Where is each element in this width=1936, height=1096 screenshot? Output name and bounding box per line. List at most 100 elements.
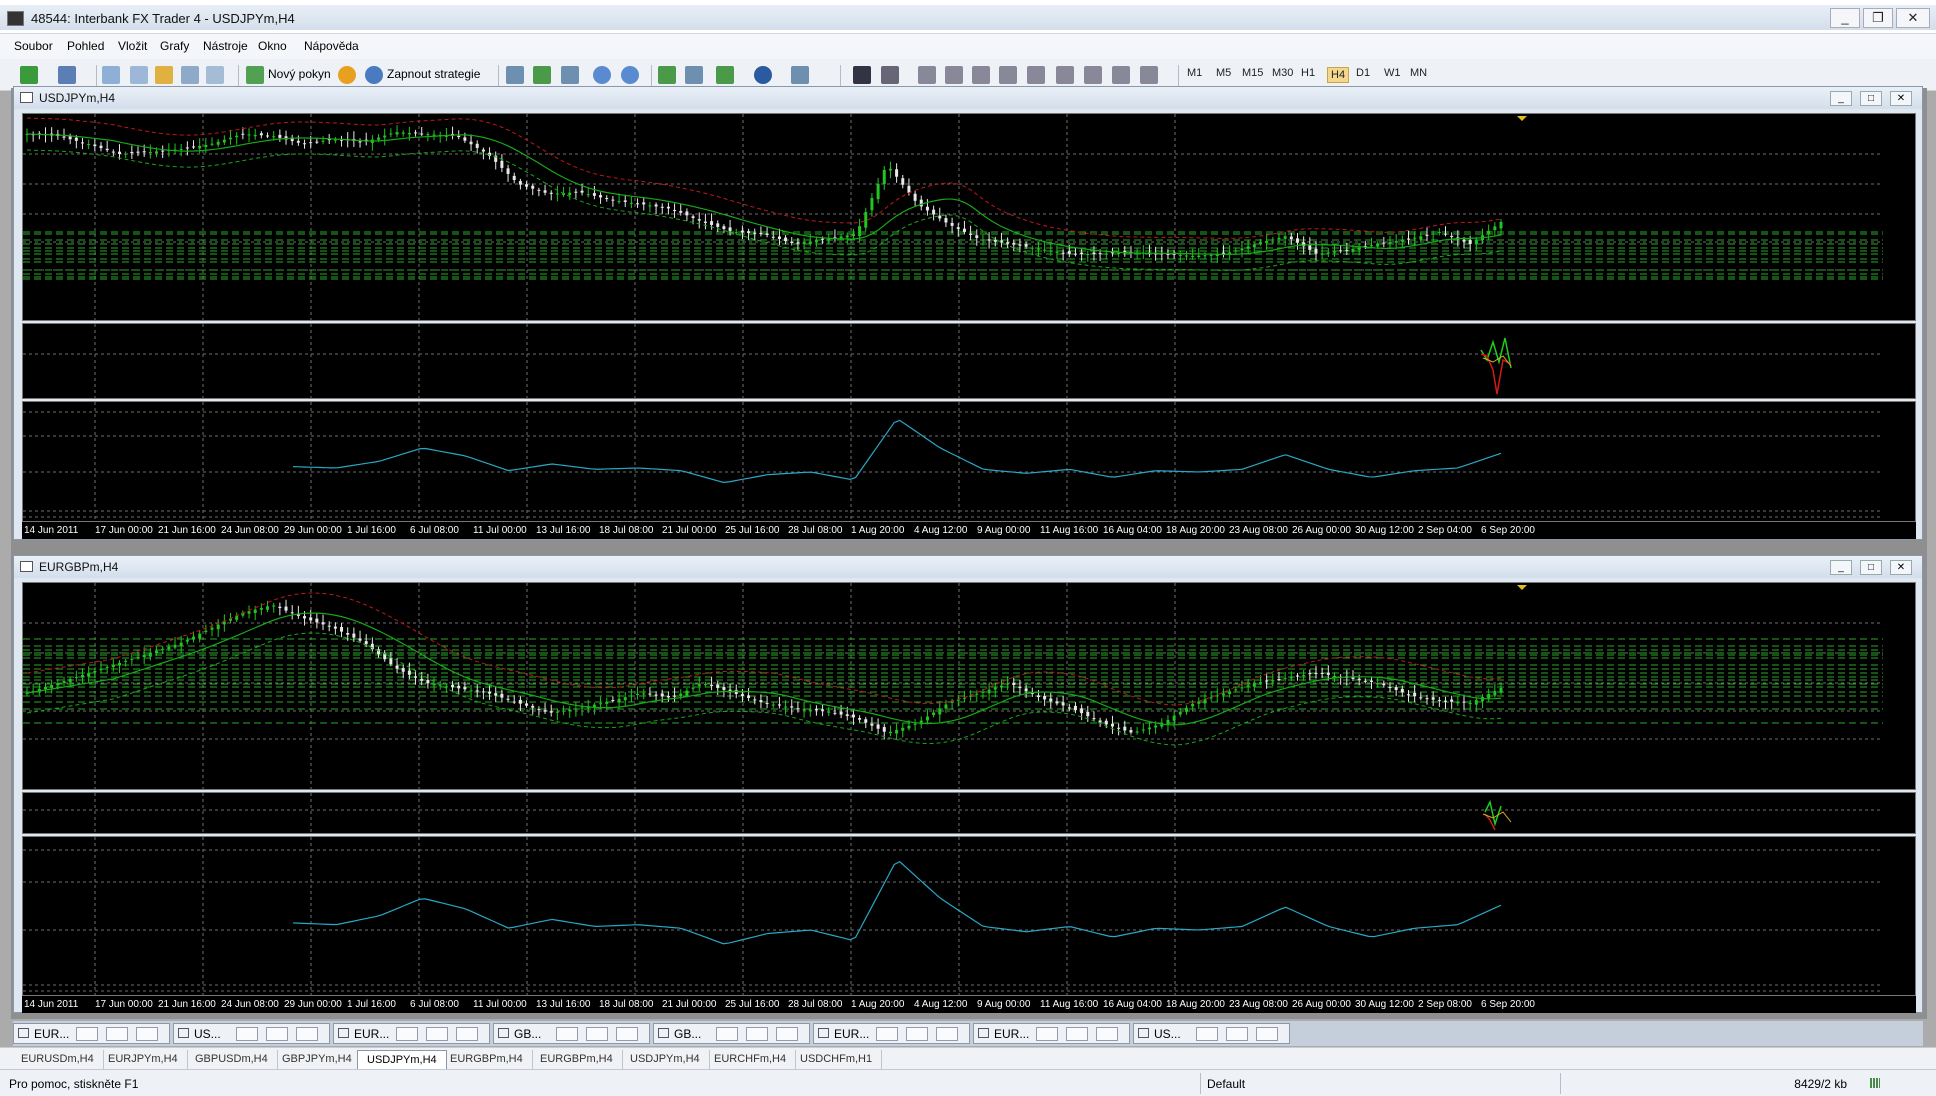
maximize-window-button[interactable] (426, 1027, 448, 1041)
price-pane[interactable] (22, 582, 1916, 791)
trendline-icon[interactable] (972, 66, 990, 84)
market-watch-icon[interactable] (102, 66, 120, 84)
close-button[interactable]: ✕ (1896, 8, 1930, 28)
periods-icon[interactable] (754, 66, 772, 84)
chart-close-button[interactable]: ✕ (1890, 560, 1912, 575)
price-pane[interactable] (22, 113, 1916, 322)
maximize-window-button[interactable] (906, 1027, 928, 1041)
close-window-button[interactable] (776, 1027, 798, 1041)
bar-chart-icon[interactable] (506, 66, 524, 84)
minimized-chart-window[interactable]: EUR... (813, 1023, 970, 1044)
minimized-chart-window[interactable]: GB... (493, 1023, 650, 1044)
strategies-icon[interactable] (365, 66, 383, 84)
timeframe-d1[interactable]: D1 (1356, 67, 1370, 79)
text-label-icon[interactable] (1084, 66, 1102, 84)
maximize-window-button[interactable] (106, 1027, 128, 1041)
maximize-window-button[interactable] (746, 1027, 768, 1041)
chart-tab[interactable]: USDCHFm,H1 (791, 1050, 883, 1069)
maximize-window-button[interactable] (586, 1027, 608, 1041)
strategies-button[interactable]: Zapnout strategie (387, 67, 480, 81)
text-icon[interactable] (1056, 66, 1074, 84)
close-window-button[interactable] (936, 1027, 958, 1041)
menu-grafy[interactable]: Grafy (160, 39, 189, 53)
restore-window-button[interactable] (76, 1027, 98, 1041)
menu-pohled[interactable]: Pohled (67, 39, 104, 53)
rectangle-icon[interactable] (1112, 66, 1130, 84)
metaeditor-icon[interactable] (338, 66, 356, 84)
menu-soubor[interactable]: Soubor (14, 39, 53, 53)
chart-close-button[interactable]: ✕ (1890, 91, 1912, 106)
plorders-pane[interactable] (22, 792, 1916, 835)
chart-tab[interactable]: EURCHFm,H4 (705, 1050, 797, 1069)
chart-minimize-button[interactable]: _ (1830, 560, 1852, 575)
cursor-icon[interactable] (853, 66, 871, 84)
profiles-icon[interactable] (58, 66, 76, 84)
timeframe-m30[interactable]: M30 (1272, 67, 1293, 79)
restore-window-button[interactable] (1036, 1027, 1058, 1041)
close-window-button[interactable] (1256, 1027, 1278, 1041)
restore-window-button[interactable] (716, 1027, 738, 1041)
timeframe-m1[interactable]: M1 (1187, 67, 1202, 79)
close-window-button[interactable] (456, 1027, 478, 1041)
fibonacci-icon[interactable] (1027, 66, 1045, 84)
crosshair-icon[interactable] (881, 66, 899, 84)
chart-tab[interactable]: EURGBPm,H4 (441, 1050, 533, 1069)
minimize-button[interactable]: _ (1830, 8, 1860, 28)
chart-window-usdjpy[interactable]: USDJPYm,H4 _ □ ✕ 14 Jun 2011 17 Jun 00:00… (13, 86, 1923, 540)
minimized-chart-window[interactable]: EUR... (13, 1023, 170, 1044)
chart-tab[interactable]: EURGBPm,H4 (531, 1050, 623, 1069)
chart-maximize-button[interactable]: □ (1860, 91, 1882, 106)
minimized-chart-window[interactable]: US... (1133, 1023, 1290, 1044)
restore-window-button[interactable] (556, 1027, 578, 1041)
timeframe-h4[interactable]: H4 (1327, 67, 1350, 83)
chart-shift-icon[interactable] (685, 66, 703, 84)
line-chart-icon[interactable] (561, 66, 579, 84)
timeframe-m5[interactable]: M5 (1216, 67, 1231, 79)
restore-window-button[interactable] (396, 1027, 418, 1041)
maximize-window-button[interactable] (1226, 1027, 1248, 1041)
minimized-chart-window[interactable]: EUR... (973, 1023, 1130, 1044)
horizontal-line-icon[interactable] (945, 66, 963, 84)
new-order-icon[interactable] (246, 66, 264, 84)
tester-icon[interactable] (206, 66, 224, 84)
menu-nastroje[interactable]: Nástroje (203, 39, 248, 53)
terminal-icon[interactable] (181, 66, 199, 84)
close-window-button[interactable] (1096, 1027, 1118, 1041)
chart-tab[interactable]: EURJPYm,H4 (99, 1050, 188, 1069)
navigator-icon[interactable] (155, 66, 173, 84)
close-window-button[interactable] (616, 1027, 638, 1041)
chart-tab[interactable]: GBPUSDm,H4 (186, 1050, 278, 1069)
timeframe-mn[interactable]: MN (1410, 67, 1427, 79)
maximize-window-button[interactable] (1066, 1027, 1088, 1041)
chart-tab[interactable]: USDJPYm,H4 (357, 1050, 447, 1069)
tmac-pane[interactable] (22, 401, 1916, 523)
data-window-icon[interactable] (130, 66, 148, 84)
zoom-in-icon[interactable] (593, 66, 611, 84)
chart-maximize-button[interactable]: □ (1860, 560, 1882, 575)
chart-window-eurgbp[interactable]: EURGBPm,H4 _ □ ✕ 14 Jun 2011 17 Jun 00:00… (13, 555, 1923, 1013)
restore-window-button[interactable] (876, 1027, 898, 1041)
autoscroll-icon[interactable] (658, 66, 676, 84)
maximize-window-button[interactable] (266, 1027, 288, 1041)
timeframe-m15[interactable]: M15 (1242, 67, 1263, 79)
new-chart-icon[interactable] (20, 66, 38, 84)
close-window-button[interactable] (136, 1027, 158, 1041)
menu-vlozit[interactable]: Vložit (118, 39, 147, 53)
chart-tab[interactable]: EURUSDm,H4 (12, 1050, 104, 1069)
restore-window-button[interactable] (236, 1027, 258, 1041)
timeframe-w1[interactable]: W1 (1384, 67, 1401, 79)
arrows-icon[interactable] (1140, 66, 1158, 84)
chart-tab[interactable]: USDJPYm,H4 (621, 1050, 710, 1069)
minimized-chart-window[interactable]: US... (173, 1023, 330, 1044)
templates-icon[interactable] (791, 66, 809, 84)
menu-okno[interactable]: Okno (258, 39, 287, 53)
new-order-button[interactable]: Nový pokyn (268, 67, 331, 81)
minimized-chart-window[interactable]: GB... (653, 1023, 810, 1044)
close-window-button[interactable] (296, 1027, 318, 1041)
indicators-icon[interactable] (716, 66, 734, 84)
chart-minimize-button[interactable]: _ (1830, 91, 1852, 106)
vertical-line-icon[interactable] (918, 66, 936, 84)
plorders-pane[interactable] (22, 323, 1916, 400)
channel-icon[interactable] (999, 66, 1017, 84)
menu-napoveda[interactable]: Nápověda (304, 39, 359, 53)
